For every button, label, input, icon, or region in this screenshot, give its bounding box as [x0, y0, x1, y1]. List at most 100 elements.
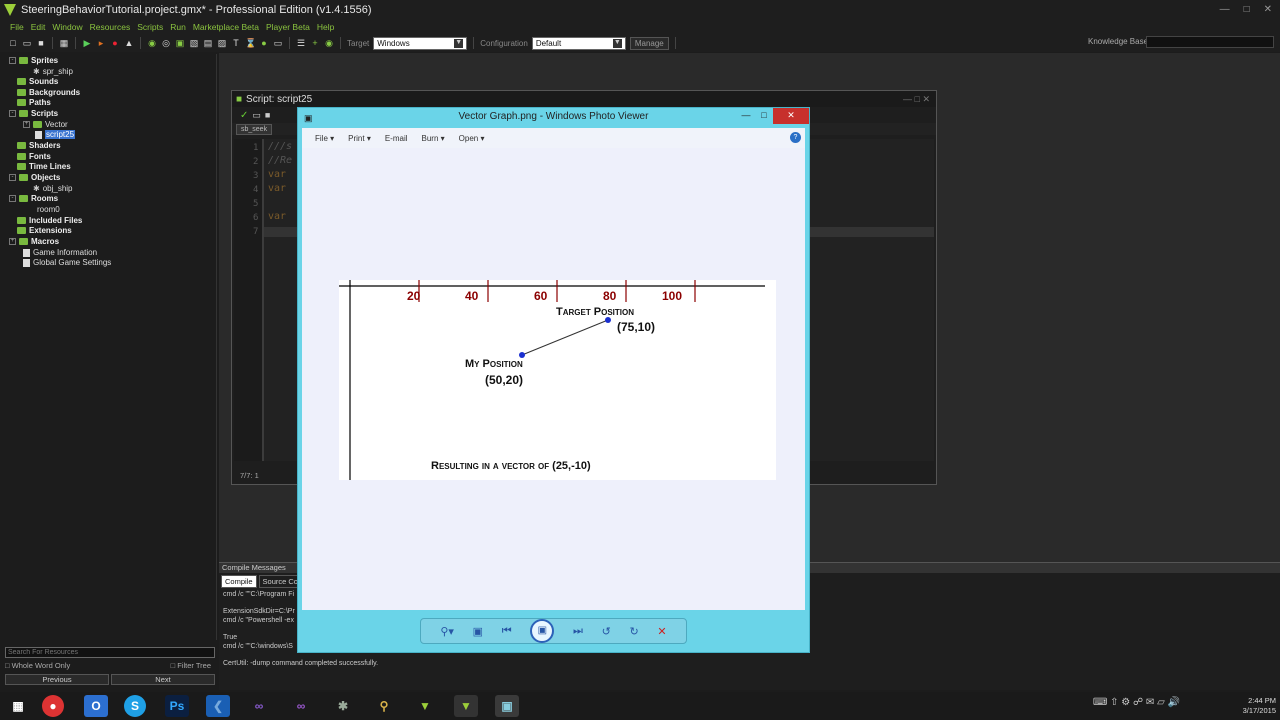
search-tool-icon[interactable]: ⚲ — [372, 695, 396, 717]
tree-node-script25[interactable]: script25 — [35, 130, 76, 139]
sound-icon[interactable]: ◎ — [161, 38, 171, 48]
expand-icon[interactable]: + — [23, 121, 30, 128]
visual-studio-icon[interactable]: ∞ — [247, 695, 271, 717]
room-icon[interactable]: ▭ — [273, 38, 283, 48]
menu-file[interactable]: File ▾ — [315, 134, 334, 143]
tree-node-obj-ship[interactable]: ✱ obj_ship — [33, 184, 73, 193]
gamemaker-2-icon[interactable]: ▼ — [454, 695, 478, 717]
tree-node-game-information[interactable]: Game Information — [23, 248, 97, 257]
outlook-icon[interactable]: O — [84, 695, 108, 717]
minimize-button[interactable]: — — [737, 108, 755, 124]
turtle-icon[interactable]: ✱ — [331, 695, 355, 717]
zoom-icon[interactable]: ⚲▾ — [440, 625, 454, 638]
tree-node-macros[interactable]: + Macros — [9, 237, 59, 246]
ok-check-icon[interactable]: ✓ — [240, 110, 248, 121]
debug-icon[interactable]: ▸ — [96, 38, 106, 48]
tree-node-shaders[interactable]: Shaders — [17, 141, 61, 150]
close-button[interactable]: ✕ — [1264, 4, 1272, 15]
tree-node-room0[interactable]: room0 — [37, 205, 60, 214]
previous-image-icon[interactable]: ⏮ — [502, 625, 512, 638]
script-window-controls[interactable]: — □ ✕ — [903, 94, 930, 105]
maximize-button[interactable]: □ — [1244, 4, 1250, 15]
open-folder-icon[interactable]: ▭ — [22, 38, 32, 48]
photoshop-icon[interactable]: Ps — [165, 695, 189, 717]
tree-node-fonts[interactable]: Fonts — [17, 152, 51, 161]
path-icon[interactable]: ▧ — [189, 38, 199, 48]
knowledge-base-input[interactable] — [1146, 36, 1274, 48]
tree-node-sprites[interactable]: - Sprites — [9, 56, 58, 65]
shader-icon[interactable]: ▨ — [217, 38, 227, 48]
sprite-icon[interactable]: ◉ — [147, 38, 157, 48]
whole-word-checkbox[interactable]: □ Whole Word Only — [5, 661, 70, 670]
save-icon[interactable]: ■ — [265, 110, 270, 120]
object-icon[interactable]: ● — [259, 38, 269, 48]
collapse-icon[interactable]: - — [9, 57, 16, 64]
configuration-select[interactable]: Default ▼ — [531, 36, 626, 50]
minimize-button[interactable]: — — [1220, 4, 1230, 15]
expand-icon[interactable]: + — [9, 238, 16, 245]
vscode-icon[interactable]: ❮ — [206, 695, 230, 717]
manage-button[interactable]: Manage — [629, 36, 669, 50]
collapse-icon[interactable]: - — [9, 110, 16, 117]
add-icon[interactable]: + — [310, 38, 320, 48]
slideshow-icon[interactable]: ▣ — [530, 619, 555, 643]
tray-icons[interactable]: ⌨ ⇧ ⚙ ☍ ✉ ▱ 🔊 — [1093, 698, 1180, 708]
skype-icon[interactable]: S — [124, 695, 146, 717]
script-icon[interactable]: ▤ — [203, 38, 213, 48]
tab-compile[interactable]: Compile — [221, 575, 257, 588]
timeline-icon[interactable]: ⌛ — [245, 38, 256, 48]
menu-resources[interactable]: Resources — [90, 22, 131, 32]
collapse-icon[interactable]: - — [9, 195, 16, 202]
collapse-icon[interactable]: - — [9, 174, 16, 181]
open-icon[interactable]: ▭ — [252, 110, 261, 121]
photo-viewer-icon[interactable]: ▣ — [495, 695, 519, 717]
rotate-ccw-icon[interactable]: ↺ — [602, 625, 611, 638]
maximize-button[interactable]: □ — [755, 108, 773, 124]
visual-studio-2-icon[interactable]: ∞ — [289, 695, 313, 717]
delete-icon[interactable]: ✕ — [657, 625, 666, 638]
menu-email[interactable]: E-mail — [385, 134, 408, 143]
tree-node-vector[interactable]: + Vector — [23, 120, 68, 129]
clock-time[interactable]: 2:44 PM — [1243, 696, 1276, 706]
globe-icon[interactable]: ◉ — [324, 38, 334, 48]
actual-size-icon[interactable]: ▣ — [473, 625, 483, 638]
menu-file[interactable]: File — [10, 22, 24, 32]
tree-node-rooms[interactable]: - Rooms — [9, 194, 58, 203]
tree-node-included-files[interactable]: Included Files — [17, 216, 82, 225]
clock-date[interactable]: 3/17/2015 — [1243, 706, 1276, 716]
tree-node-time-lines[interactable]: Time Lines — [17, 162, 71, 171]
menu-open[interactable]: Open ▾ — [459, 134, 485, 143]
menu-window[interactable]: Window — [52, 22, 82, 32]
tab-sb-seek[interactable]: sb_seek — [236, 124, 273, 135]
menu-help[interactable]: Help — [317, 22, 334, 32]
background-icon[interactable]: ▣ — [175, 38, 185, 48]
menu-edit[interactable]: Edit — [31, 22, 46, 32]
clean-icon[interactable]: ▲ — [124, 38, 134, 48]
windows-start-icon[interactable]: ▦ — [6, 695, 30, 717]
tree-node-sounds[interactable]: Sounds — [17, 77, 58, 86]
filter-tree-checkbox[interactable]: □ Filter Tree — [171, 661, 211, 670]
menu-burn[interactable]: Burn ▾ — [422, 134, 445, 143]
chrome-icon[interactable]: ● — [42, 695, 64, 717]
save-icon[interactable]: ■ — [36, 38, 46, 48]
menu-print[interactable]: Print ▾ — [348, 134, 371, 143]
new-file-icon[interactable]: □ — [8, 38, 18, 48]
next-image-icon[interactable]: ⏭ — [573, 625, 583, 638]
export-icon[interactable]: ▦ — [59, 38, 69, 48]
target-select[interactable]: Windows ▼ — [373, 36, 468, 50]
tree-node-spr-ship[interactable]: ✱ spr_ship — [33, 67, 73, 76]
menu-run[interactable]: Run — [170, 22, 186, 32]
resource-search-input[interactable] — [5, 647, 215, 658]
next-button[interactable]: Next — [111, 674, 215, 685]
tree-node-extensions[interactable]: Extensions — [17, 226, 72, 235]
font-icon[interactable]: T — [231, 38, 241, 48]
stop-icon[interactable]: ● — [110, 38, 120, 48]
tree-node-scripts[interactable]: - Scripts — [9, 109, 58, 118]
menu-scripts[interactable]: Scripts — [137, 22, 163, 32]
tree-node-global-game-settings[interactable]: Global Game Settings — [23, 258, 111, 267]
close-button[interactable]: ✕ — [773, 108, 809, 124]
gamemaker-icon[interactable]: ▼ — [413, 695, 437, 717]
help-icon[interactable]: ? — [790, 132, 801, 143]
run-icon[interactable]: ▶ — [82, 38, 92, 48]
tree-node-objects[interactable]: - Objects — [9, 173, 60, 182]
